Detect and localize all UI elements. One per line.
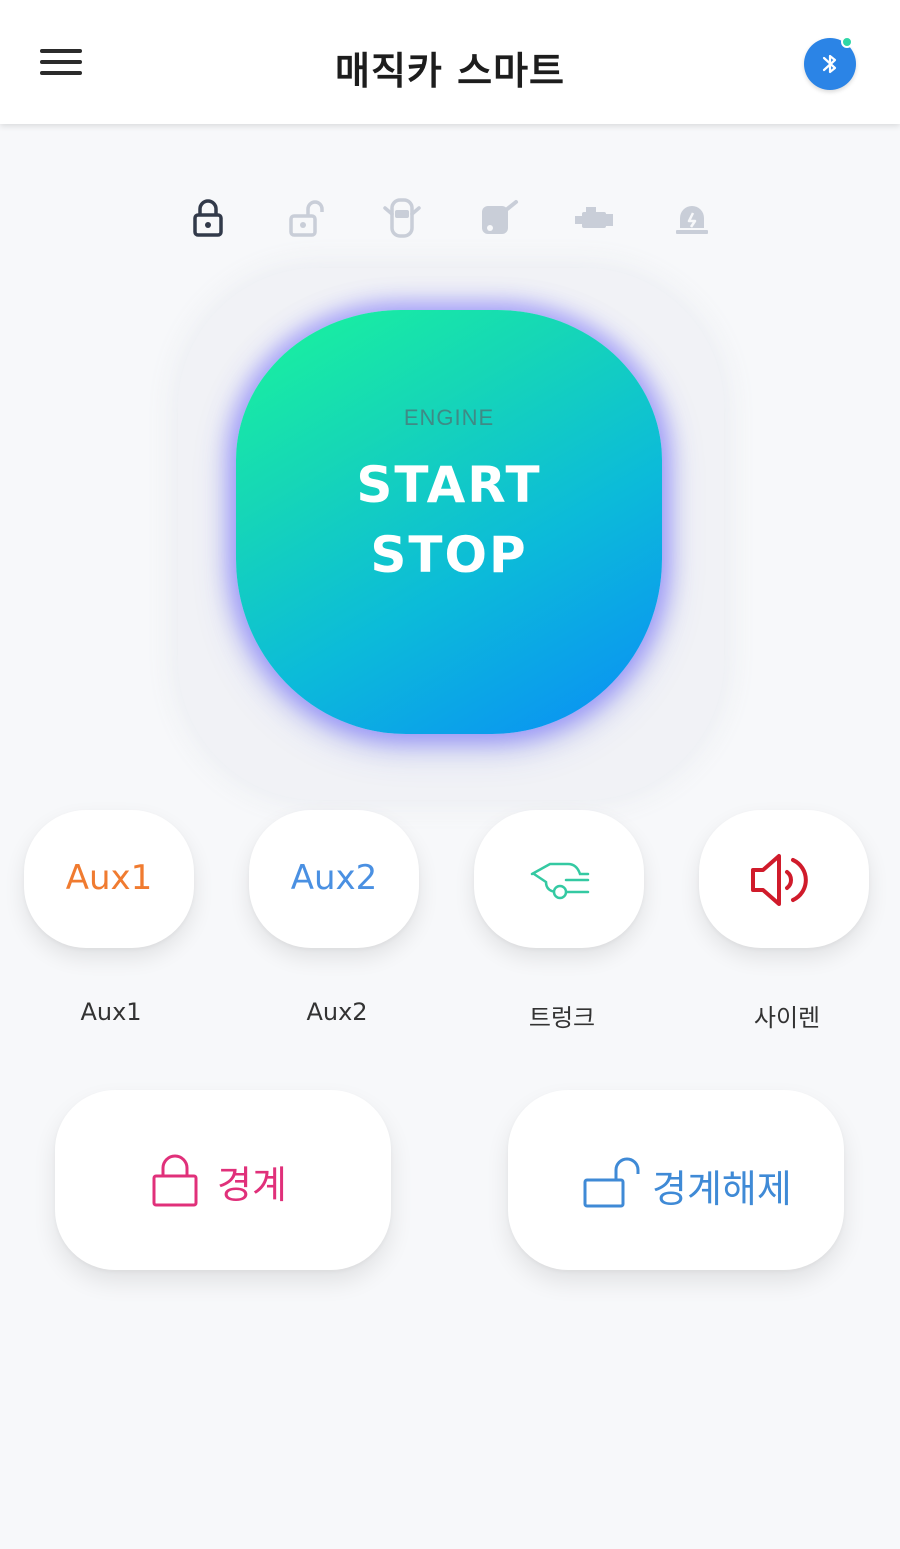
aux2-button-text: Aux2 bbox=[290, 858, 378, 898]
engine-status-icon bbox=[575, 207, 613, 228]
disarm-button[interactable]: 경계해제 bbox=[508, 1090, 844, 1270]
arm-button-label: 경계 bbox=[217, 1163, 287, 1207]
disarm-button-label: 경계해제 bbox=[652, 1167, 792, 1211]
unlock-icon bbox=[583, 1157, 640, 1208]
aux2-button[interactable]: Aux2 bbox=[249, 810, 419, 948]
lock-icon bbox=[152, 1154, 198, 1207]
app-header: 매직카 스마트 bbox=[0, 0, 900, 124]
engine-label: ENGINE bbox=[403, 405, 495, 430]
arm-button[interactable]: 경계 bbox=[55, 1090, 391, 1270]
trunk-button[interactable] bbox=[474, 810, 644, 948]
aux1-label: Aux1 bbox=[80, 998, 142, 1026]
aux1-button[interactable]: Aux1 bbox=[24, 810, 194, 948]
lock-status-icon bbox=[193, 199, 223, 237]
vehicle-status-row bbox=[0, 196, 900, 246]
app-screen: 매직카 스마트 ENGINE START STOP Aux1 Aux1 Aux2… bbox=[0, 0, 900, 1549]
trunk-status-icon bbox=[482, 200, 518, 234]
aux1-button-text: Aux1 bbox=[65, 858, 153, 898]
engine-stop-text: STOP bbox=[370, 526, 528, 584]
siren-button[interactable] bbox=[699, 810, 869, 948]
unlock-status-icon bbox=[289, 200, 324, 237]
bluetooth-icon bbox=[822, 54, 837, 74]
connection-status-dot bbox=[841, 36, 853, 48]
trunk-icon bbox=[530, 862, 590, 900]
alarm-status-icon bbox=[676, 206, 708, 234]
trunk-label: 트렁크 bbox=[528, 1004, 596, 1032]
speaker-icon bbox=[751, 854, 808, 906]
page-title: 매직카 스마트 bbox=[335, 49, 565, 93]
engine-start-stop-button[interactable]: ENGINE START STOP bbox=[236, 310, 662, 734]
siren-label: 사이렌 bbox=[753, 1004, 821, 1032]
aux2-label: Aux2 bbox=[306, 998, 368, 1026]
engine-start-text: START bbox=[356, 456, 542, 514]
door-status-icon bbox=[383, 198, 421, 238]
